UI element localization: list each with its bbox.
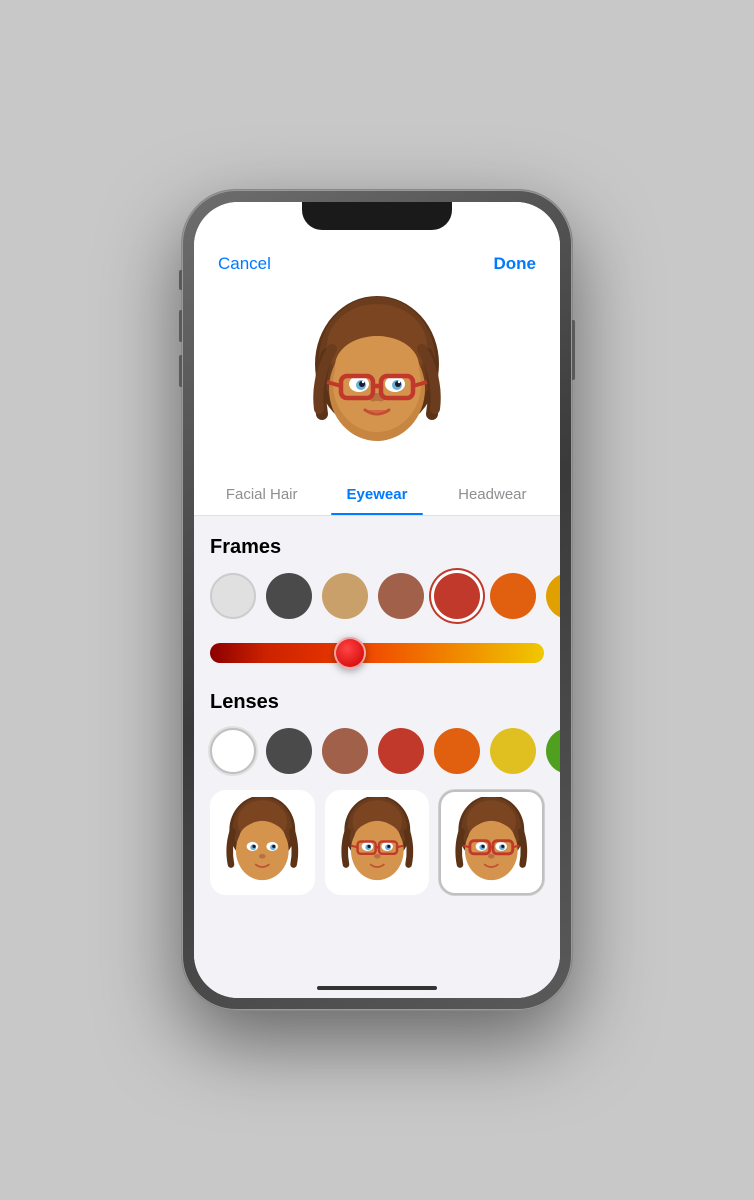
content-area: Frames	[194, 516, 560, 998]
swatch-lens-red[interactable]	[378, 728, 424, 774]
silent-switch	[179, 270, 182, 290]
swatch-dark[interactable]	[266, 573, 312, 619]
swatch-brown[interactable]	[378, 573, 424, 619]
preview-item-3[interactable]	[439, 790, 544, 895]
power-button	[572, 320, 575, 380]
swatch-lens-yellow[interactable]	[490, 728, 536, 774]
frames-section: Frames	[210, 536, 544, 671]
slider-thumb[interactable]	[334, 637, 366, 669]
lenses-section: Lenses	[210, 691, 544, 774]
memoji-style-previews	[210, 790, 544, 895]
avatar-area	[194, 284, 560, 474]
frames-swatches	[210, 573, 544, 619]
swatch-lens-clear[interactable]	[210, 728, 256, 774]
memoji-preview	[297, 294, 457, 454]
swatch-yellow[interactable]	[546, 573, 560, 619]
volume-down-button	[179, 355, 182, 387]
home-indicator	[317, 986, 437, 990]
notch	[302, 202, 452, 230]
tab-headwear[interactable]: Headwear	[435, 474, 550, 515]
swatch-lens-green[interactable]	[546, 728, 560, 774]
screen-content: Cancel Done	[194, 202, 560, 998]
lenses-swatches	[210, 728, 544, 774]
volume-up-button	[179, 310, 182, 342]
preview-item-2[interactable]	[325, 790, 430, 895]
done-button[interactable]: Done	[494, 254, 537, 274]
swatch-white[interactable]	[210, 573, 256, 619]
category-tabs: Facial Hair Eyewear Headwear	[194, 474, 560, 516]
top-navigation: Cancel Done	[194, 246, 560, 284]
frames-slider[interactable]	[210, 635, 544, 671]
tab-facial-hair[interactable]: Facial Hair	[204, 474, 319, 515]
swatch-lens-dark[interactable]	[266, 728, 312, 774]
frames-title: Frames	[210, 536, 544, 559]
tab-eyewear[interactable]: Eyewear	[319, 474, 434, 515]
phone-screen: Cancel Done	[194, 202, 560, 998]
cancel-button[interactable]: Cancel	[218, 254, 271, 274]
swatch-lens-orange[interactable]	[434, 728, 480, 774]
swatch-red[interactable]	[434, 573, 480, 619]
swatch-orange[interactable]	[490, 573, 536, 619]
preview-item-1[interactable]	[210, 790, 315, 895]
swatch-lens-brown[interactable]	[322, 728, 368, 774]
lenses-title: Lenses	[210, 691, 544, 714]
phone-frame: Cancel Done	[182, 190, 572, 1010]
swatch-tan[interactable]	[322, 573, 368, 619]
